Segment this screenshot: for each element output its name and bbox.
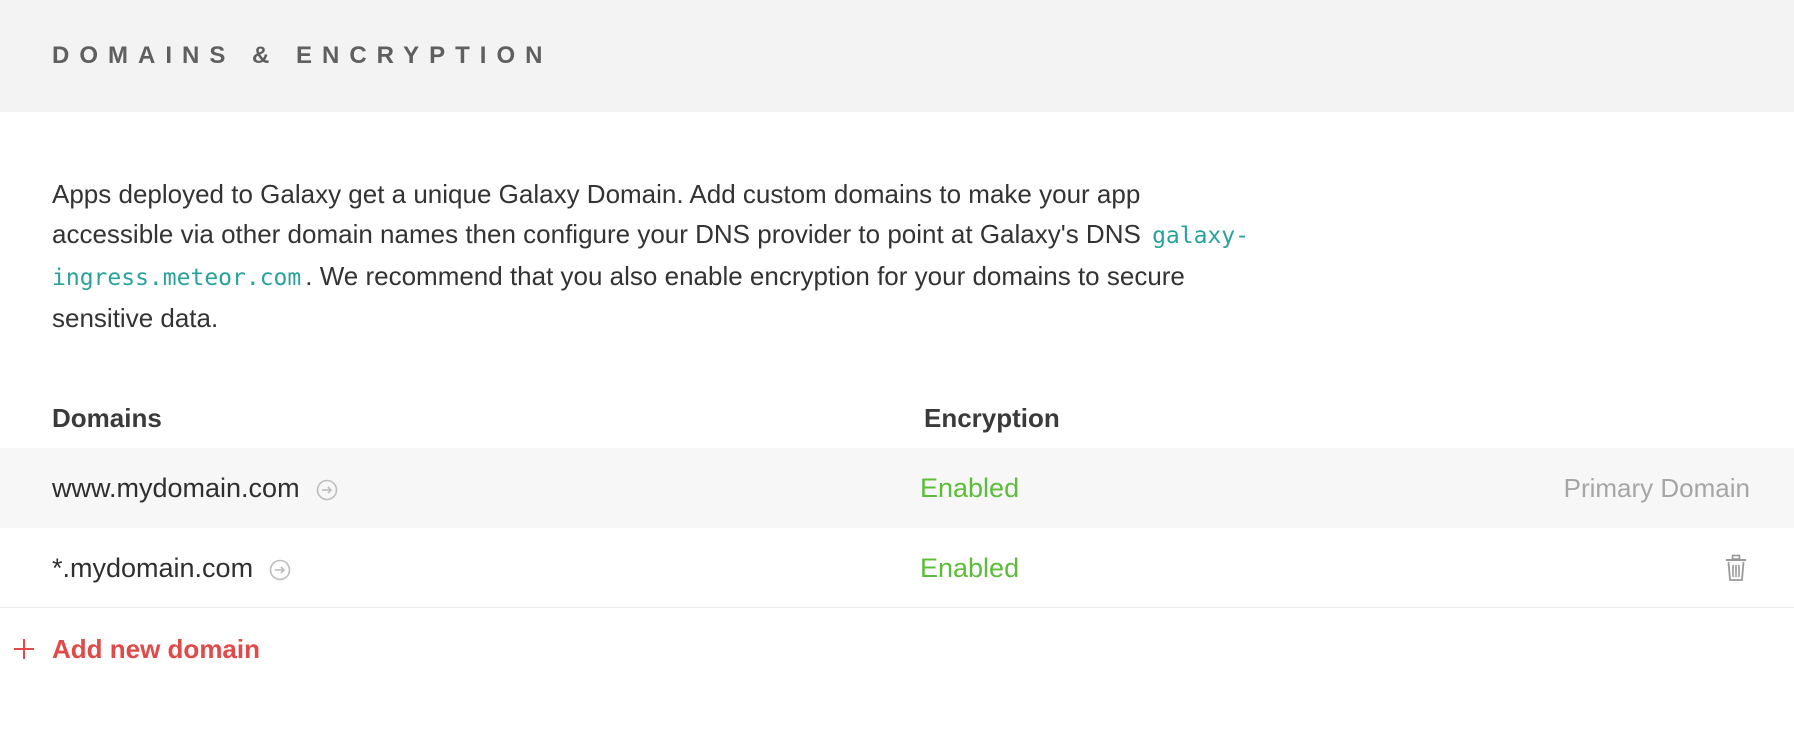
column-header-domains: Domains [52, 403, 162, 433]
section-header: DOMAINS & ENCRYPTION [0, 0, 1794, 112]
domain-cell: www.mydomain.com [52, 448, 338, 528]
trash-icon[interactable] [1724, 554, 1748, 582]
open-domain-icon[interactable] [269, 559, 291, 581]
primary-domain-label: Primary Domain [1563, 472, 1750, 503]
intro-paragraph: Apps deployed to Galaxy get a unique Gal… [0, 112, 1260, 338]
table-row[interactable]: www.mydomain.com Enabled Primary Domain [0, 448, 1794, 528]
encryption-status: Enabled [920, 553, 1020, 583]
row-actions [1724, 528, 1750, 608]
add-domain-label: Add new domain [52, 633, 260, 664]
section-title: DOMAINS & ENCRYPTION [52, 42, 553, 69]
domain-cell: *.mydomain.com [52, 528, 291, 608]
domain-link[interactable]: www.mydomain.com [52, 473, 300, 504]
open-domain-icon[interactable] [316, 479, 338, 501]
table-header: Domains Encryption [0, 388, 1794, 448]
add-domain-button[interactable]: Add new domain [0, 608, 1794, 690]
encryption-status: Enabled [920, 473, 1020, 503]
column-header-encryption: Encryption [924, 403, 1060, 433]
domain-link[interactable]: *.mydomain.com [52, 553, 253, 584]
intro-text-before: Apps deployed to Galaxy get a unique Gal… [52, 179, 1141, 249]
table-row[interactable]: *.mydomain.com Enabled [0, 528, 1794, 608]
plus-icon [14, 639, 34, 659]
